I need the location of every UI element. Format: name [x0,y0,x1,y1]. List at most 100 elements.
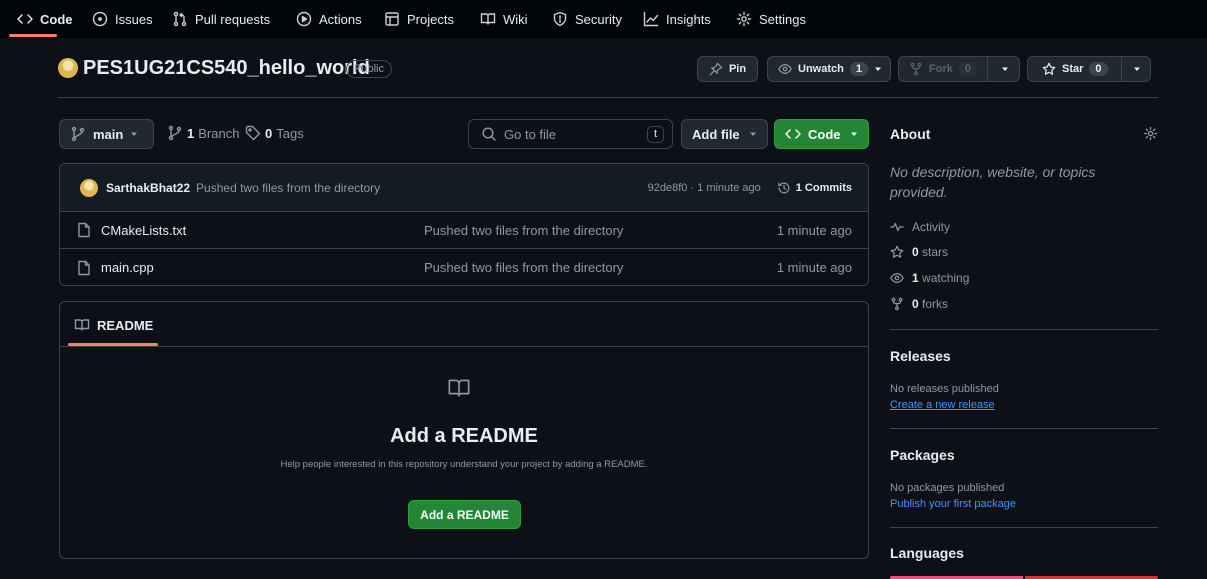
commits-link[interactable]: 1 Commits [777,181,852,195]
branch-select[interactable]: main [59,119,154,149]
repo-name[interactable]: PES1UG21CS540_hello_world [83,57,370,80]
stars-link[interactable]: 0 stars [890,245,948,259]
releases-heading[interactable]: Releases [890,348,951,364]
tags-link[interactable]: 0 Tags [245,125,304,141]
table-row[interactable]: main.cpp Pushed two files from the direc… [60,249,868,285]
file-name[interactable]: CMakeLists.txt [101,223,401,238]
watch-count: 1 [849,62,868,76]
branch-name: main [93,126,124,142]
fork-count: 0 [958,62,977,76]
code-button[interactable]: Code [774,119,869,149]
branches-link[interactable]: 1 Branch [167,125,239,141]
author-avatar[interactable] [80,178,98,197]
tab-actions-label: Actions [319,11,362,27]
star-button[interactable]: Star 0 [1027,56,1151,82]
tab-code[interactable]: Code [17,0,73,38]
branch-count: 1 [187,125,195,141]
tab-readme[interactable]: README [74,317,153,333]
book-icon [74,319,90,331]
file-name[interactable]: main.cpp [101,260,401,275]
chevron-down-icon [750,132,756,136]
repo-description: No description, website, or topics provi… [890,164,1096,200]
divider [987,57,988,81]
tab-code-label: Code [40,11,73,27]
tab-settings-label: Settings [759,11,806,27]
no-packages-text: No packages published [890,482,1005,494]
tag-count-label: Tags [276,125,304,141]
chevron-down-icon [131,132,138,136]
publish-package-link[interactable]: Publish your first package [890,498,1016,510]
header-divider [58,97,1158,98]
activity-link[interactable]: Activity [890,220,950,234]
watching-count: 1 [912,271,919,285]
table-row[interactable]: CMakeLists.txt Pushed two files from the… [60,212,868,249]
eye-icon [890,273,904,283]
chevron-down-icon [851,132,857,136]
tab-readme-label: README [97,317,154,333]
star-icon [890,245,904,258]
create-release-link[interactable]: Create a new release [890,399,995,411]
add-file-button[interactable]: Add file [681,119,768,149]
tab-projects-label: Projects [407,11,454,27]
issue-icon [92,11,108,27]
gear-icon[interactable] [1143,126,1158,141]
tag-count: 0 [265,125,273,141]
eye-icon [778,64,792,74]
active-tab-underline [68,343,158,346]
tab-insights[interactable]: Insights [643,0,711,38]
watching-link[interactable]: 1 watching [890,271,969,285]
search-icon [482,127,496,141]
star-count: 0 [1089,62,1108,76]
tab-projects[interactable]: Projects [384,0,454,38]
packages-heading[interactable]: Packages [890,447,955,463]
code-button-label: Code [808,126,841,142]
commit-author[interactable]: SarthakBhat22 [106,181,190,195]
forks-link[interactable]: 0 forks [890,297,948,311]
latest-commit-bar: SarthakBhat22 Pushed two files from the … [60,164,868,212]
book-icon [448,379,470,397]
keyboard-shortcut-hint: t [647,125,664,143]
tab-pull-requests-label: Pull requests [195,11,271,27]
sidebar-divider [890,329,1158,330]
tab-settings[interactable]: Settings [736,0,806,38]
tab-pull-requests[interactable]: Pull requests [172,0,270,38]
languages-heading: Languages [890,545,964,561]
stars-label: stars [922,245,949,259]
tab-security[interactable]: Security [552,0,622,38]
tab-wiki[interactable]: Wiki [480,0,528,38]
add-readme-button[interactable]: Add a README [408,500,521,529]
file-commit-message[interactable]: Pushed two files from the directory [424,223,623,238]
no-releases-text: No releases published [890,383,999,395]
unwatch-button[interactable]: Unwatch 1 [767,56,891,82]
forks-label: forks [922,297,949,311]
fork-icon [891,297,903,311]
commit-message[interactable]: Pushed two files from the directory [196,181,380,195]
code-icon [785,129,801,139]
active-tab-underline [9,34,57,37]
commit-hash-time[interactable]: 92de8f0 · 1 minute ago [648,182,761,194]
activity-label: Activity [912,220,951,234]
file-icon [78,260,90,275]
table-icon [385,12,399,26]
file-commit-time: 1 minute ago [776,260,852,275]
star-icon [1042,62,1056,75]
shield-icon [553,11,567,27]
owner-avatar[interactable] [58,58,78,78]
pin-button[interactable]: Pin [697,56,758,82]
file-commit-message[interactable]: Pushed two files from the directory [424,260,623,275]
tab-actions[interactable]: Actions [296,0,362,38]
file-list: SarthakBhat22 Pushed two files from the … [59,163,869,286]
add-file-label: Add file [692,126,740,142]
repo-nav: Code Issues Pull requests Actions Projec… [0,0,1207,38]
graph-icon [643,11,659,27]
tab-wiki-label: Wiki [503,11,528,27]
stars-count: 0 [912,245,919,259]
tab-issues[interactable]: Issues [92,0,153,38]
divider [1121,57,1122,81]
git-branch-icon [168,125,182,141]
commit-count: 1 Commits [795,181,852,194]
readme-header [60,302,868,347]
go-to-file-input[interactable]: Go to file t [468,119,673,149]
history-icon [777,182,790,193]
fork-button[interactable]: Fork 0 [898,56,1020,82]
